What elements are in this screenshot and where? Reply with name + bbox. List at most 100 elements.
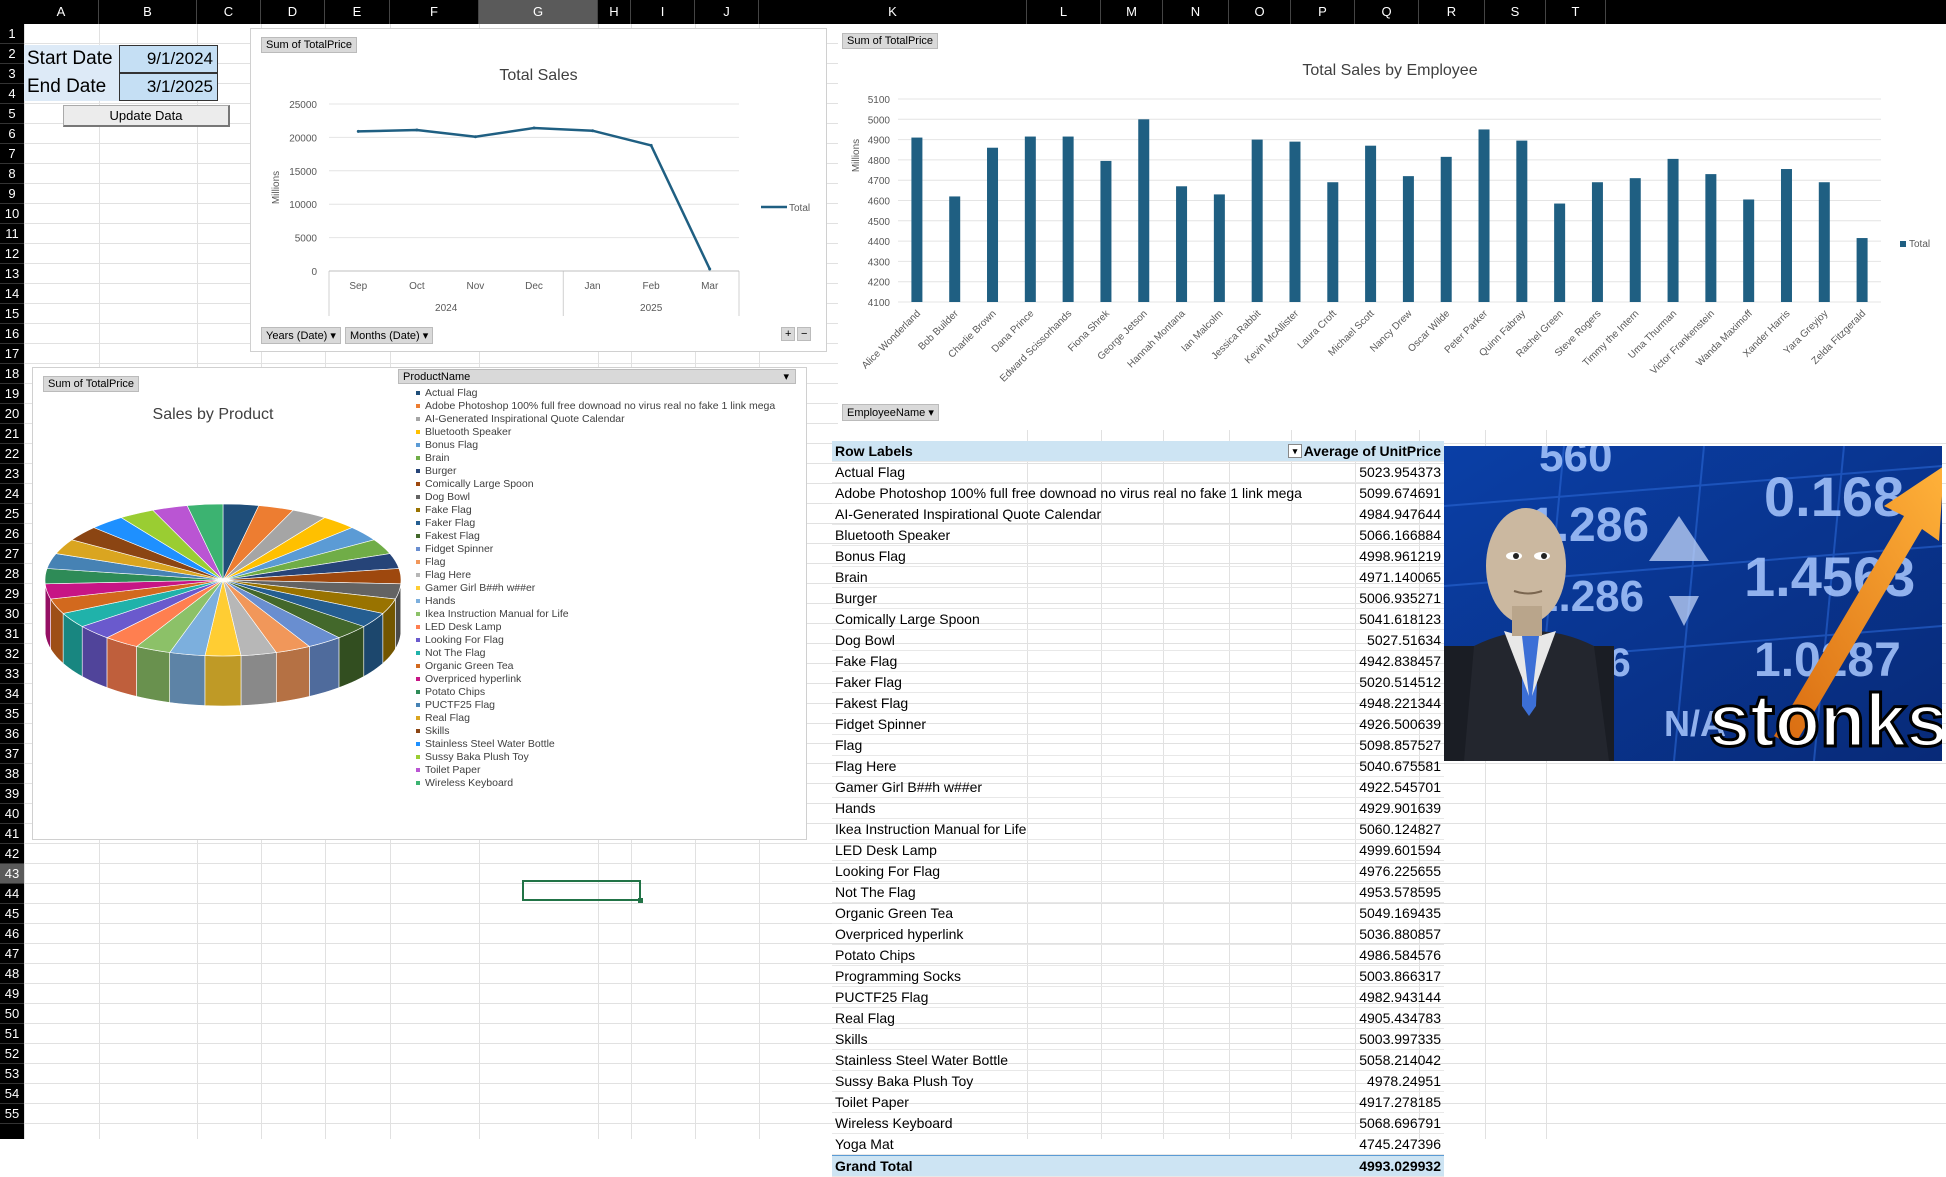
column-header-t[interactable]: T [1546, 0, 1606, 24]
column-header-a[interactable]: A [24, 0, 99, 24]
row-header-46[interactable]: 46 [0, 924, 24, 944]
column-header-e[interactable]: E [325, 0, 390, 24]
row-header-10[interactable]: 10 [0, 204, 24, 224]
row-header-31[interactable]: 31 [0, 624, 24, 644]
dropdown-arrow-icon[interactable]: ▾ [783, 370, 789, 385]
end-date-cell[interactable]: 3/1/2025 [119, 73, 218, 101]
pie-legend-item[interactable]: AI-Generated Inspirational Quote Calenda… [416, 413, 775, 426]
pivot-table[interactable]: Row Labels ▾ Average of UnitPrice Actual… [832, 441, 1444, 1177]
row-header-51[interactable]: 51 [0, 1024, 24, 1044]
pivot-row[interactable]: PUCTF25 Flag 4982.943144 [832, 987, 1444, 1008]
row-header-40[interactable]: 40 [0, 804, 24, 824]
pie-legend-item[interactable]: Bonus Flag [416, 439, 775, 452]
pie-legend-item[interactable]: Flag Here [416, 569, 775, 582]
column-header-j[interactable]: J [695, 0, 759, 24]
active-cell-g43[interactable] [522, 880, 643, 903]
pie-legend-item[interactable]: Real Flag [416, 712, 775, 725]
pivot-row[interactable]: Adobe Photoshop 100% full free downoad n… [832, 483, 1444, 504]
row-header-22[interactable]: 22 [0, 444, 24, 464]
pie-legend-item[interactable]: Comically Large Spoon [416, 478, 775, 491]
pie-legend-item[interactable]: Flag [416, 556, 775, 569]
column-header-d[interactable]: D [261, 0, 325, 24]
column-header-p[interactable]: P [1291, 0, 1355, 24]
pie-legend-item[interactable]: Stainless Steel Water Bottle [416, 738, 775, 751]
row-header-34[interactable]: 34 [0, 684, 24, 704]
expand-field-button[interactable]: + [781, 327, 796, 341]
pivot-row[interactable]: Burger 5006.935271 [832, 588, 1444, 609]
row-header-5[interactable]: 5 [0, 104, 24, 124]
row-header-27[interactable]: 27 [0, 544, 24, 564]
row-header-14[interactable]: 14 [0, 284, 24, 304]
pivot-row[interactable]: Potato Chips 4986.584576 [832, 945, 1444, 966]
column-header-m[interactable]: M [1101, 0, 1163, 24]
row-header-25[interactable]: 25 [0, 504, 24, 524]
row-header-33[interactable]: 33 [0, 664, 24, 684]
pivot-row[interactable]: Flag 5098.857527 [832, 735, 1444, 756]
row-header-35[interactable]: 35 [0, 704, 24, 724]
pie-legend-item[interactable]: Sussy Baka Plush Toy [416, 751, 775, 764]
row-header-20[interactable]: 20 [0, 404, 24, 424]
pie-legend-item[interactable]: Dog Bowl [416, 491, 775, 504]
row-header-18[interactable]: 18 [0, 364, 24, 384]
row-header-50[interactable]: 50 [0, 1004, 24, 1024]
pie-legend-item[interactable]: Not The Flag [416, 647, 775, 660]
pie-legend-item[interactable]: Fidget Spinner [416, 543, 775, 556]
row-header-13[interactable]: 13 [0, 264, 24, 284]
pie-legend-item[interactable]: LED Desk Lamp [416, 621, 775, 634]
pie-legend-item[interactable]: Toilet Paper [416, 764, 775, 777]
pivot-row[interactable]: Toilet Paper 4917.278185 [832, 1092, 1444, 1113]
pie-legend-item[interactable]: Faker Flag [416, 517, 775, 530]
row-header-47[interactable]: 47 [0, 944, 24, 964]
pivot-row[interactable]: Fake Flag 4942.838457 [832, 651, 1444, 672]
pivot-row[interactable]: Brain 4971.140065 [832, 567, 1444, 588]
pivot-row[interactable]: Real Flag 4905.434783 [832, 1008, 1444, 1029]
pivot-row[interactable]: LED Desk Lamp 4999.601594 [832, 840, 1444, 861]
pie-legend-item[interactable]: Burger [416, 465, 775, 478]
row-header-7[interactable]: 7 [0, 144, 24, 164]
column-header-s[interactable]: S [1485, 0, 1546, 24]
pivot-row[interactable]: Gamer Girl B##h w##er 4922.545701 [832, 777, 1444, 798]
row-header-16[interactable]: 16 [0, 324, 24, 344]
update-data-button[interactable]: Update Data [63, 105, 230, 127]
pie-legend-item[interactable]: Fakest Flag [416, 530, 775, 543]
row-header-44[interactable]: 44 [0, 884, 24, 904]
row-header-38[interactable]: 38 [0, 764, 24, 784]
pie-legend-item[interactable]: Organic Green Tea [416, 660, 775, 673]
row-header-3[interactable]: 3 [0, 64, 24, 84]
row-header-41[interactable]: 41 [0, 824, 24, 844]
row-header-37[interactable]: 37 [0, 744, 24, 764]
row-header-42[interactable]: 42 [0, 844, 24, 864]
pie-legend-item[interactable]: PUCTF25 Flag [416, 699, 775, 712]
months-date-filter[interactable]: Months (Date) [345, 327, 434, 344]
pivot-row[interactable]: Organic Green Tea 5049.169435 [832, 903, 1444, 924]
column-header-c[interactable]: C [197, 0, 261, 24]
pie-legend-item[interactable]: Brain [416, 452, 775, 465]
row-header-49[interactable]: 49 [0, 984, 24, 1004]
row-header-36[interactable]: 36 [0, 724, 24, 744]
pie-legend-item[interactable]: Looking For Flag [416, 634, 775, 647]
row-header-28[interactable]: 28 [0, 564, 24, 584]
pie-legend-item[interactable]: Actual Flag [416, 387, 775, 400]
product-name-filter[interactable]: ProductName ▾ [398, 369, 796, 384]
pivot-row[interactable]: Not The Flag 4953.578595 [832, 882, 1444, 903]
pivot-row[interactable]: Looking For Flag 4976.225655 [832, 861, 1444, 882]
row-header-29[interactable]: 29 [0, 584, 24, 604]
row-header-21[interactable]: 21 [0, 424, 24, 444]
years-date-filter[interactable]: Years (Date) [261, 327, 341, 344]
pivot-row[interactable]: Ikea Instruction Manual for Life 5060.124… [832, 819, 1444, 840]
column-header-f[interactable]: F [390, 0, 479, 24]
pivot-row[interactable]: Skills 5003.997335 [832, 1029, 1444, 1050]
pivot-row[interactable]: Bonus Flag 4998.961219 [832, 546, 1444, 567]
pie-legend-item[interactable]: Adobe Photoshop 100% full free downoad n… [416, 400, 775, 413]
row-header-26[interactable]: 26 [0, 524, 24, 544]
row-header-11[interactable]: 11 [0, 224, 24, 244]
row-header-48[interactable]: 48 [0, 964, 24, 984]
row-header-24[interactable]: 24 [0, 484, 24, 504]
pivot-row[interactable]: Stainless Steel Water Bottle 5058.214042 [832, 1050, 1444, 1071]
column-header-k[interactable]: K [759, 0, 1027, 24]
row-header-55[interactable]: 55 [0, 1104, 24, 1124]
pivot-row[interactable]: Overpriced hyperlink 5036.880857 [832, 924, 1444, 945]
row-header-32[interactable]: 32 [0, 644, 24, 664]
row-header-6[interactable]: 6 [0, 124, 24, 144]
pivot-row[interactable]: Comically Large Spoon 5041.618123 [832, 609, 1444, 630]
